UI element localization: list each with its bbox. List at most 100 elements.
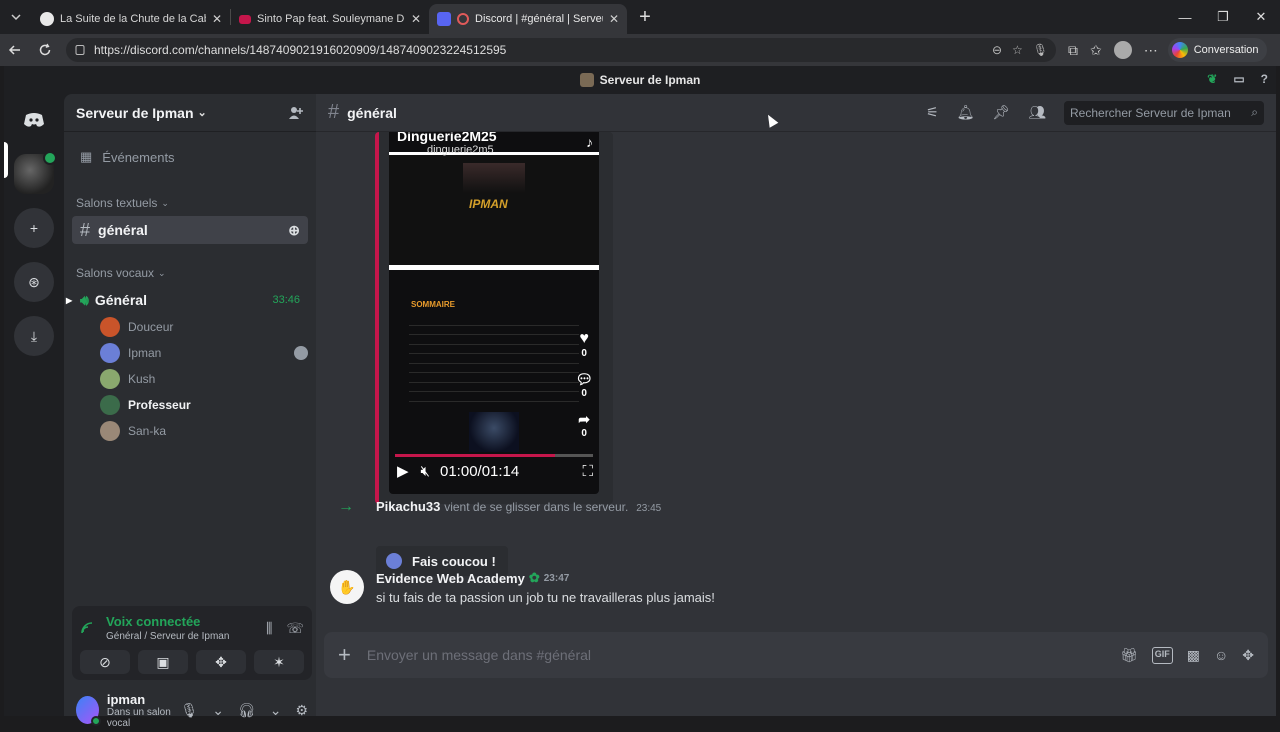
- site-info-icon[interactable]: [74, 44, 86, 56]
- muted-speaker-icon[interactable]: 🔇︎: [421, 463, 430, 480]
- audio-playing-icon[interactable]: [457, 13, 469, 25]
- emoji-icon[interactable]: ☺: [1214, 647, 1228, 664]
- close-window-button[interactable]: ✕: [1242, 0, 1280, 34]
- microphone-icon[interactable]: 🎙︎: [180, 702, 198, 719]
- message-input[interactable]: Envoyer un message dans #général: [367, 647, 1120, 663]
- signal-icon[interactable]: [80, 621, 94, 635]
- server-header[interactable]: Serveur de Ipman ⌄: [64, 94, 316, 132]
- minimize-button[interactable]: —: [1166, 0, 1204, 34]
- voice-status[interactable]: Voix connectée: [106, 614, 229, 629]
- tab-search-icon[interactable]: [0, 0, 32, 34]
- url-bar[interactable]: https://discord.com/channels/14874090219…: [66, 38, 1056, 62]
- threads-icon[interactable]: ⚟: [926, 104, 939, 121]
- conversation-button[interactable]: Conversation: [1167, 38, 1267, 62]
- voice-location[interactable]: Général / Serveur de Ipman: [106, 631, 229, 642]
- restore-button[interactable]: ❐: [1204, 0, 1242, 34]
- voice-channels-category[interactable]: Salons vocaux ⌄: [64, 266, 316, 280]
- help-icon[interactable]: ?: [1261, 72, 1268, 86]
- browser-tab-3[interactable]: Discord | #général | Serveur de ✕: [429, 4, 627, 34]
- voice-channel-general[interactable]: ▶ 🔊︎ Général 33:46: [66, 286, 308, 314]
- invite-icon[interactable]: ⊕: [288, 222, 300, 239]
- events-item[interactable]: ▦ Événements: [72, 140, 308, 174]
- favorites-icon[interactable]: ✩: [1090, 42, 1102, 59]
- share-icon[interactable]: ➦: [578, 411, 590, 428]
- video-account[interactable]: Dinguerie2M25: [397, 132, 497, 144]
- disconnect-icon[interactable]: ☏: [286, 620, 304, 637]
- tab-title: La Suite de la Chute de la Cabale: [60, 13, 206, 25]
- video-player[interactable]: IPMAN Dinguerie2M25 dinguerie2m5 ♪ SOMMA…: [389, 132, 599, 494]
- add-server-icon[interactable]: +: [14, 208, 54, 248]
- search-input[interactable]: Rechercher Serveur de Ipman ⌕: [1064, 100, 1264, 125]
- close-tab-icon[interactable]: ✕: [212, 12, 222, 26]
- new-tab-button[interactable]: +: [631, 3, 659, 31]
- text-channels-category[interactable]: Salons textuels ⌄: [64, 196, 316, 210]
- voice-user[interactable]: Douceur: [100, 314, 308, 340]
- leaf-icon[interactable]: ❦: [1207, 72, 1217, 86]
- voice-user[interactable]: Professeur: [100, 392, 308, 418]
- bookmark-star-icon[interactable]: ☆: [1012, 43, 1023, 57]
- attach-plus-icon[interactable]: +: [338, 642, 351, 668]
- pin-icon[interactable]: 📌︎: [992, 104, 1010, 121]
- browser-tab-1[interactable]: La Suite de la Chute de la Cabale ✕: [32, 4, 230, 34]
- back-button[interactable]: [0, 35, 30, 65]
- sticker-icon[interactable]: ▩: [1187, 647, 1200, 664]
- wave-sticker-icon: [386, 553, 402, 569]
- close-tab-icon[interactable]: ✕: [609, 12, 619, 26]
- microphone-icon[interactable]: 🎙︎: [1033, 43, 1048, 57]
- search-placeholder: Rechercher Serveur de Ipman: [1070, 105, 1231, 120]
- voice-user[interactable]: Ipman: [100, 340, 308, 366]
- voice-panel: Voix connectée Général / Serveur de Ipma…: [72, 606, 312, 680]
- extension-icon[interactable]: ⧉: [1068, 42, 1078, 59]
- comment-icon[interactable]: 💬︎: [575, 371, 593, 388]
- chevron-down-icon[interactable]: ⌄: [270, 702, 282, 719]
- chevron-down-icon[interactable]: ⌄: [212, 702, 224, 719]
- join-message: → Pikachu33 vient de se glisser dans le …: [330, 498, 1230, 516]
- notifications-bell-icon[interactable]: 🔔︎: [957, 104, 975, 121]
- screen-share-button[interactable]: ▣: [138, 650, 188, 674]
- voice-user[interactable]: Kush: [100, 366, 308, 392]
- reader-icon[interactable]: ⊖: [992, 43, 1002, 57]
- apps-icon[interactable]: ✥: [1242, 647, 1254, 664]
- member-list-icon[interactable]: 👥︎: [1028, 104, 1046, 121]
- explore-icon[interactable]: ⊛: [14, 262, 54, 302]
- video-controls: ▶ 🔇︎ 01:00/01:14 ⛶: [397, 462, 593, 481]
- inbox-icon[interactable]: ▭: [1233, 72, 1244, 86]
- video-handle[interactable]: dinguerie2m5: [427, 144, 494, 156]
- url-text[interactable]: https://discord.com/channels/14874090219…: [94, 43, 992, 57]
- like-heart-icon[interactable]: ♥: [579, 330, 589, 348]
- voice-user-name: San-ka: [128, 424, 167, 438]
- channel-general[interactable]: # général ⊕: [72, 216, 308, 244]
- server-name: Serveur de Ipman: [76, 104, 194, 121]
- voice-user[interactable]: San-ka: [100, 418, 308, 444]
- message-composer[interactable]: + Envoyer un message dans #général 🎁︎ GI…: [324, 632, 1268, 678]
- browser-tab-2[interactable]: Sinto Pap feat. Souleymane Diama ✕: [231, 4, 429, 34]
- hash-icon: #: [328, 101, 340, 123]
- noise-suppression-icon[interactable]: ⫼: [266, 620, 272, 637]
- gif-icon[interactable]: GIF: [1151, 646, 1173, 664]
- close-tab-icon[interactable]: ✕: [411, 12, 421, 26]
- server-ipman-icon[interactable]: [14, 151, 57, 194]
- activities-button[interactable]: ✥: [196, 650, 246, 674]
- more-menu-icon[interactable]: ⋯: [1144, 42, 1158, 59]
- headphones-icon[interactable]: 🎧︎: [238, 702, 256, 719]
- download-icon[interactable]: ⤓: [14, 316, 54, 356]
- profile-icon[interactable]: [1113, 41, 1132, 59]
- reload-button[interactable]: [30, 35, 60, 65]
- discord-home-icon[interactable]: [14, 100, 54, 140]
- badge-icon: ✿: [528, 570, 540, 585]
- video-embed[interactable]: IPMAN Dinguerie2M25 dinguerie2m5 ♪ SOMMA…: [375, 132, 613, 504]
- chevron-down-icon: ⌄: [161, 197, 169, 208]
- settings-gear-icon[interactable]: ⚙: [295, 702, 308, 719]
- play-icon[interactable]: ▶: [397, 462, 409, 480]
- author-avatar[interactable]: ✋: [330, 570, 364, 604]
- message-author[interactable]: Evidence Web Academy: [376, 571, 525, 586]
- join-author[interactable]: Pikachu33: [376, 499, 440, 514]
- gift-icon[interactable]: 🎁︎: [1120, 647, 1138, 664]
- video-progress-bar[interactable]: [395, 454, 593, 457]
- invite-people-icon[interactable]: [288, 105, 304, 121]
- channel-header: # général ⚟ 🔔︎ 📌︎ 👥︎ Rechercher Serveur …: [316, 94, 1276, 132]
- soundboard-button[interactable]: ✶: [254, 650, 304, 674]
- tab-favicon: [40, 12, 54, 26]
- fullscreen-icon[interactable]: ⛶: [582, 463, 593, 480]
- camera-off-button[interactable]: ⊘: [80, 650, 130, 674]
